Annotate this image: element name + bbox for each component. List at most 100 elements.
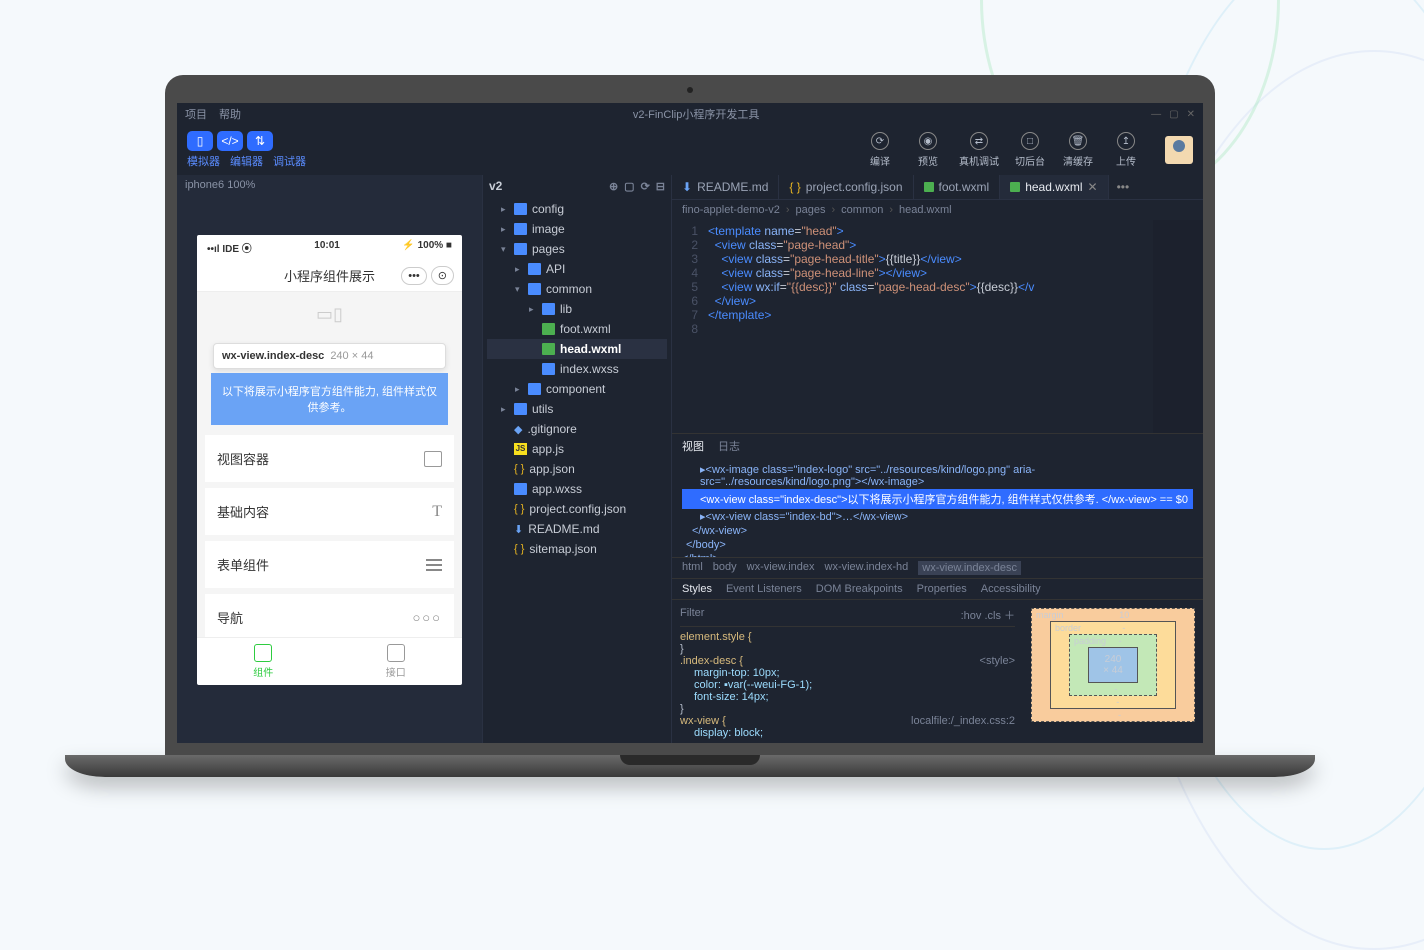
folder-api[interactable]: ▸API [487, 259, 667, 279]
folder-lib[interactable]: ▸lib [487, 299, 667, 319]
menu-view-container[interactable]: 视图容器 [205, 435, 454, 482]
menu-form[interactable]: 表单组件 [205, 541, 454, 588]
file-index-wxss[interactable]: index.wxss [487, 359, 667, 379]
window-maximize-icon[interactable]: ▢ [1169, 109, 1178, 120]
styles-tab[interactable]: Styles [682, 583, 712, 595]
menu-project[interactable]: 项目 [185, 106, 207, 122]
inspector-tooltip: wx-view.index-desc240 × 44 [213, 343, 446, 369]
devtools-tab-view[interactable]: 视图 [682, 438, 704, 454]
file-gitignore[interactable]: ◆.gitignore [487, 419, 667, 439]
simulator-panel: iphone6 100% ••ıl IDE ⦿ 10:01 ⚡ 100% ■ 小… [177, 175, 482, 743]
list-icon [426, 559, 442, 571]
crumb-1[interactable]: pages [796, 204, 826, 216]
close-icon[interactable]: ✕ [1088, 180, 1098, 194]
accessibility-tab[interactable]: Accessibility [981, 583, 1041, 595]
dom-crumb-html[interactable]: html [682, 561, 703, 575]
styles-pane[interactable]: Filter :hov .cls ＋ element.style { } .in… [672, 600, 1023, 743]
avatar[interactable] [1165, 136, 1193, 164]
devtools-panel: 视图 日志 ▸<wx-image class="index-logo" src=… [672, 433, 1203, 743]
file-head-wxml[interactable]: head.wxml [487, 339, 667, 359]
tabbar-api[interactable]: 接口 [330, 638, 463, 685]
phone-time: 10:01 [314, 240, 340, 255]
background-button[interactable]: □切后台 [1013, 132, 1047, 168]
new-file-icon[interactable]: ⊕ [609, 180, 618, 193]
dom-crumb-desc[interactable]: wx-view.index-desc [918, 561, 1021, 575]
phone-close-button[interactable]: ⊙ [431, 266, 454, 285]
folder-image[interactable]: ▸image [487, 219, 667, 239]
dom-crumb-body[interactable]: body [713, 561, 737, 575]
styles-hov[interactable]: :hov .cls ＋ [961, 607, 1015, 623]
remote-debug-button[interactable]: ⇄真机调试 [959, 132, 999, 168]
explorer-root[interactable]: v2 [489, 179, 502, 193]
preview-button[interactable]: ◉预览 [911, 132, 945, 168]
code-editor[interactable]: 1<template name="head"> 2 <view class="p… [672, 220, 1203, 433]
camera-dot [687, 87, 693, 93]
refresh-icon[interactable]: ⟳ [641, 180, 650, 193]
file-app-wxss[interactable]: app.wxss [487, 479, 667, 499]
file-foot-wxml[interactable]: foot.wxml [487, 319, 667, 339]
file-app-js[interactable]: JSapp.js [487, 439, 667, 459]
tab-readme[interactable]: ⬇README.md [672, 175, 779, 199]
crumb-2[interactable]: common [841, 204, 883, 216]
simulator-device-label: iphone6 100% [177, 175, 482, 195]
file-project-config[interactable]: { }project.config.json [487, 499, 667, 519]
menu-nav[interactable]: 导航○○○ [205, 594, 454, 637]
dom-crumb-index[interactable]: wx-view.index [747, 561, 815, 575]
tab-foot-wxml[interactable]: foot.wxml [914, 175, 1001, 199]
eye-icon: ◉ [919, 132, 937, 150]
new-folder-icon[interactable]: ▢ [624, 180, 634, 193]
folder-config[interactable]: ▸config [487, 199, 667, 219]
dom-tree[interactable]: ▸<wx-image class="index-logo" src="../re… [672, 458, 1203, 557]
tabbar-component[interactable]: 组件 [197, 638, 330, 685]
remote-icon: ⇄ [970, 132, 988, 150]
devtools-tab-log[interactable]: 日志 [718, 438, 740, 454]
dom-breakpoints-tab[interactable]: DOM Breakpoints [816, 583, 903, 595]
window-close-icon[interactable]: ✕ [1187, 109, 1195, 120]
box-model: margin10 border- padding- 240 × 44 - - [1023, 600, 1203, 743]
event-listeners-tab[interactable]: Event Listeners [726, 583, 802, 595]
folder-utils[interactable]: ▸utils [487, 399, 667, 419]
api-icon [387, 644, 405, 662]
breadcrumb: fino-applet-demo-v2› pages› common› head… [672, 200, 1203, 220]
clear-cache-button[interactable]: 🗑清缓存 [1061, 132, 1095, 168]
editor-tabs: ⬇README.md { }project.config.json foot.w… [672, 175, 1203, 200]
text-icon: T [432, 503, 442, 521]
crumb-0[interactable]: fino-applet-demo-v2 [682, 204, 780, 216]
menu-help[interactable]: 帮助 [219, 106, 241, 122]
tab-project-config[interactable]: { }project.config.json [779, 175, 913, 199]
highlighted-element[interactable]: 以下将展示小程序官方组件能力, 组件样式仅供参考。 [211, 373, 448, 425]
folder-pages[interactable]: ▾pages [487, 239, 667, 259]
file-explorer: v2 ⊕ ▢ ⟳ ⊟ ▸config ▸image ▾pages ▸API [482, 175, 672, 743]
file-readme[interactable]: ⬇README.md [487, 519, 667, 539]
phone-page-title: 小程序组件展示 [284, 266, 375, 285]
window-minimize-icon[interactable]: — [1151, 109, 1161, 120]
mode-editor-button[interactable]: </> [217, 131, 243, 151]
grid-icon [254, 644, 272, 662]
mode-editor-label: 编辑器 [230, 153, 263, 169]
file-sitemap[interactable]: { }sitemap.json [487, 539, 667, 559]
laptop-frame: 项目 帮助 v2-FinClip小程序开发工具 — ▢ ✕ ▯ </> ⇅ [165, 75, 1215, 777]
mode-debugger-button[interactable]: ⇅ [247, 131, 273, 151]
folder-component[interactable]: ▸component [487, 379, 667, 399]
compile-icon: ⟳ [871, 132, 889, 150]
phone-menu-button[interactable]: ••• [401, 267, 427, 285]
dom-crumb-hd[interactable]: wx-view.index-hd [825, 561, 909, 575]
toolbar: ▯ </> ⇅ 模拟器 编辑器 调试器 ⟳编译 ◉预览 ⇄真机调试 □切后台 🗑… [177, 125, 1203, 175]
trash-icon: 🗑 [1069, 132, 1087, 150]
styles-filter[interactable]: Filter [680, 607, 704, 623]
tab-overflow[interactable]: ••• [1109, 175, 1138, 199]
crumb-3[interactable]: head.wxml [899, 204, 952, 216]
folder-common[interactable]: ▾common [487, 279, 667, 299]
compile-button[interactable]: ⟳编译 [863, 132, 897, 168]
menu-basic-content[interactable]: 基础内容T [205, 488, 454, 535]
phone-frame: ••ıl IDE ⦿ 10:01 ⚡ 100% ■ 小程序组件展示 ••• ⊙ [197, 235, 462, 685]
upload-button[interactable]: ↥上传 [1109, 132, 1143, 168]
mode-simulator-button[interactable]: ▯ [187, 131, 213, 151]
tab-head-wxml[interactable]: head.wxml✕ [1000, 175, 1108, 199]
upload-icon: ↥ [1117, 132, 1135, 150]
phone-battery: ⚡ 100% ■ [402, 240, 452, 255]
file-app-json[interactable]: { }app.json [487, 459, 667, 479]
minimap[interactable] [1153, 220, 1203, 433]
properties-tab[interactable]: Properties [917, 583, 967, 595]
collapse-icon[interactable]: ⊟ [656, 180, 665, 193]
